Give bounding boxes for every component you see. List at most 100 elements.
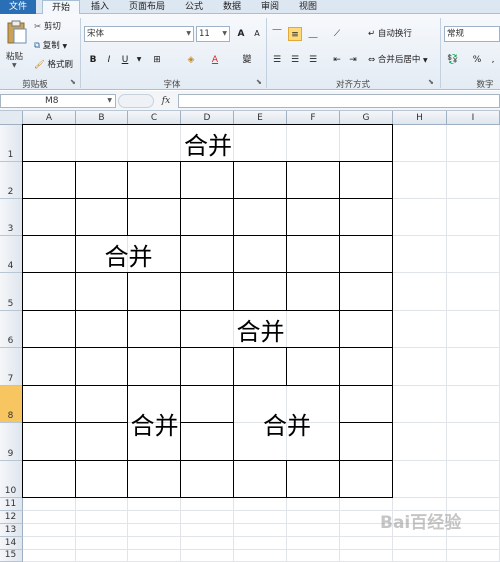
merged-cell-text: 合并 xyxy=(184,132,232,160)
align-center-icon: ☰ xyxy=(290,55,300,65)
wrap-text-button[interactable]: ↵ 自动换行 xyxy=(368,27,412,41)
merged-cell[interactable]: 合并 xyxy=(181,311,340,348)
dialog-launcher-icon[interactable]: ⬊ xyxy=(70,78,76,86)
merge-center-button[interactable]: ⇔ 合并后居中 ▼ xyxy=(368,53,428,67)
merged-cell[interactable]: 合并 xyxy=(76,236,181,273)
cell-border xyxy=(22,347,23,386)
phonetic-icon: 變 xyxy=(242,55,252,65)
italic-button[interactable]: I xyxy=(102,53,116,67)
font-color-button[interactable]: A xyxy=(208,53,222,67)
row-header[interactable]: 7 xyxy=(0,348,23,386)
row-header[interactable]: 12 xyxy=(0,511,23,524)
align-right-button[interactable]: ☰ xyxy=(306,53,320,67)
column-header[interactable]: G xyxy=(340,111,393,125)
name-box[interactable]: M8 ▼ xyxy=(0,94,116,108)
dialog-launcher-icon[interactable]: ⬊ xyxy=(256,78,262,86)
align-center-button[interactable]: ☰ xyxy=(288,53,302,67)
column-header[interactable]: A xyxy=(23,111,76,125)
row-header[interactable]: 2 xyxy=(0,162,23,199)
column-header[interactable]: E xyxy=(234,111,287,125)
cell-border xyxy=(180,347,181,386)
row-header[interactable]: 6 xyxy=(0,311,23,348)
formula-bar: M8 ▼ fx xyxy=(0,91,500,111)
clipboard-icon xyxy=(7,20,27,44)
format-painter-button[interactable]: 🖌 格式刷 xyxy=(34,58,73,72)
align-left-button[interactable]: ☰ xyxy=(270,53,284,67)
column-header[interactable]: D xyxy=(181,111,234,125)
row-header[interactable]: 8 xyxy=(0,386,23,423)
cell-reference: M8 xyxy=(45,96,59,106)
column-header[interactable]: I xyxy=(447,111,500,125)
tab-page-layout[interactable]: 页面布局 xyxy=(122,0,172,14)
percent-button[interactable]: % xyxy=(470,53,484,67)
accounting-format-button[interactable]: 💱 xyxy=(446,53,460,67)
paste-button[interactable]: 粘贴 ▼ xyxy=(4,18,30,74)
cell-border xyxy=(392,422,393,461)
dialog-launcher-icon[interactable]: ⬊ xyxy=(428,78,434,86)
merged-cell[interactable]: 合并 xyxy=(234,386,340,461)
column-header[interactable]: C xyxy=(128,111,181,125)
formula-splitter[interactable] xyxy=(118,94,154,108)
bold-button[interactable]: B xyxy=(86,53,100,67)
row-header[interactable]: 3 xyxy=(0,199,23,236)
row-header[interactable]: 5 xyxy=(0,273,23,311)
cell-border xyxy=(127,347,181,348)
shrink-font-button[interactable]: A xyxy=(250,27,264,41)
row-header[interactable]: 14 xyxy=(0,537,23,550)
font-name-dropdown[interactable]: 宋体 ▼ xyxy=(84,26,194,42)
align-middle-button[interactable]: ≡ xyxy=(288,27,302,41)
comma-button[interactable]: , xyxy=(486,53,500,67)
tab-formulas[interactable]: 公式 xyxy=(178,0,210,14)
font-size-dropdown[interactable]: 11 ▼ xyxy=(196,26,230,42)
tab-insert[interactable]: 插入 xyxy=(84,0,116,14)
row-header[interactable]: 13 xyxy=(0,524,23,537)
copy-button[interactable]: ⧉ 复制 ▼ xyxy=(34,39,67,53)
decrease-indent-icon: ⇤ xyxy=(333,55,341,65)
column-header[interactable]: H xyxy=(393,111,447,125)
cell-border xyxy=(22,385,23,423)
fill-color-button[interactable]: ◈ xyxy=(184,53,198,67)
row-number: 13 xyxy=(4,525,17,535)
merged-cell[interactable]: 合并 xyxy=(128,386,181,461)
cell-border xyxy=(180,385,234,386)
tab-home[interactable]: 开始 xyxy=(42,0,80,15)
row-header[interactable]: 1 xyxy=(0,125,23,162)
cut-button[interactable]: ✂ 剪切 xyxy=(34,20,61,34)
formula-input[interactable] xyxy=(178,94,500,108)
merged-cell[interactable]: 合并 xyxy=(23,125,393,162)
number-format-dropdown[interactable]: 常规 xyxy=(444,26,500,42)
row-header[interactable]: 15 xyxy=(0,550,23,562)
function-icon: fx xyxy=(161,96,171,106)
row-number: 4 xyxy=(7,261,14,271)
row-header[interactable]: 9 xyxy=(0,423,23,461)
row-header[interactable]: 4 xyxy=(0,236,23,273)
cell-border xyxy=(75,347,128,348)
column-header[interactable]: F xyxy=(287,111,340,125)
tab-review[interactable]: 审阅 xyxy=(254,0,286,14)
cell-border xyxy=(22,272,76,273)
borders-button[interactable]: ⊞ xyxy=(150,53,164,67)
underline-dropdown[interactable]: ▼ xyxy=(132,53,146,67)
row-header[interactable]: 11 xyxy=(0,498,23,511)
align-bottom-button[interactable]: ⎽ xyxy=(306,27,320,41)
cell-border xyxy=(22,460,76,461)
row-number: 10 xyxy=(4,486,17,496)
align-top-button[interactable]: ⎺ xyxy=(270,27,284,41)
row-header[interactable]: 10 xyxy=(0,461,23,498)
insert-function-button[interactable]: fx xyxy=(156,94,176,108)
increase-indent-button[interactable]: ⇥ xyxy=(346,53,360,67)
cell-border xyxy=(22,497,76,498)
phonetic-button[interactable]: 變 xyxy=(240,53,254,67)
group-divider xyxy=(440,18,441,88)
column-header[interactable]: B xyxy=(76,111,128,125)
tab-view[interactable]: 视图 xyxy=(292,0,324,14)
tab-data[interactable]: 数据 xyxy=(216,0,248,14)
grow-font-button[interactable]: A xyxy=(234,27,248,41)
select-all-corner[interactable] xyxy=(0,111,23,125)
tab-file[interactable]: 文件 xyxy=(0,0,36,14)
underline-button[interactable]: U xyxy=(118,53,132,67)
orientation-button[interactable]: ⟋ xyxy=(330,27,344,41)
decrease-indent-button[interactable]: ⇤ xyxy=(330,53,344,67)
paste-label: 粘贴 xyxy=(6,52,24,62)
cell-border xyxy=(75,385,128,386)
